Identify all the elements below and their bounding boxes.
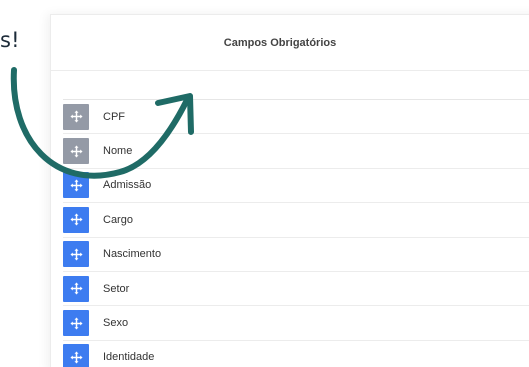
- panel-header: Campos Obrigatórios: [51, 15, 529, 71]
- move-icon[interactable]: [63, 172, 89, 199]
- field-row-nascimento[interactable]: Nascimento: [63, 236, 529, 271]
- move-icon[interactable]: [63, 241, 89, 268]
- field-row-admissao[interactable]: Admissão: [63, 167, 529, 202]
- field-list: CPF Nome Admissão Cargo Nascimento Setor…: [63, 99, 529, 367]
- move-icon[interactable]: [63, 206, 89, 233]
- move-icon[interactable]: [63, 275, 89, 302]
- field-label: Admissão: [103, 179, 152, 192]
- field-row-cpf[interactable]: CPF: [63, 99, 529, 133]
- field-label: Setor: [103, 282, 130, 295]
- field-row-cargo[interactable]: Cargo: [63, 202, 529, 236]
- move-icon[interactable]: [63, 344, 89, 367]
- required-fields-panel: Campos Obrigatórios CPF Nome Admissão Ca…: [50, 14, 529, 367]
- move-icon[interactable]: [63, 103, 89, 130]
- field-label: Nascimento: [103, 248, 162, 261]
- move-icon[interactable]: [63, 310, 89, 337]
- field-label: CPF: [103, 110, 125, 123]
- field-label: Identidade: [103, 351, 155, 364]
- field-row-sexo[interactable]: Sexo: [63, 305, 529, 339]
- field-label: Cargo: [103, 213, 133, 226]
- move-icon[interactable]: [63, 138, 89, 165]
- field-label: Nome: [103, 145, 133, 158]
- field-row-identidade[interactable]: Identidade: [63, 339, 529, 367]
- callout-text: s!: [0, 28, 20, 52]
- field-row-setor[interactable]: Setor: [63, 270, 529, 305]
- field-label: Sexo: [103, 317, 129, 330]
- field-row-nome[interactable]: Nome: [63, 133, 529, 167]
- panel-title: Campos Obrigatórios: [223, 36, 337, 49]
